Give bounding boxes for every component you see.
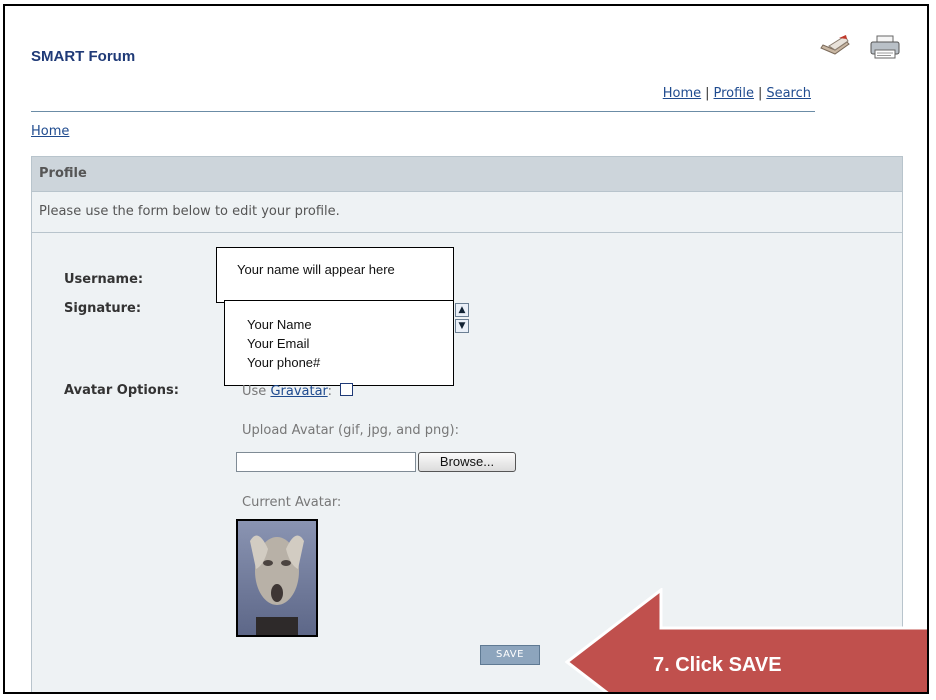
panel-subtitle: Please use the form below to edit your p… — [32, 192, 902, 233]
instruction-text: 7. Click SAVE — [653, 654, 782, 676]
signature-line-email: Your Email — [247, 336, 310, 351]
print-icon[interactable] — [869, 34, 901, 60]
current-avatar-label: Current Avatar: — [242, 495, 342, 510]
nav-profile-link[interactable]: Profile — [714, 86, 754, 101]
signature-label: Signature: — [64, 301, 142, 316]
save-button[interactable]: SAVE — [480, 645, 540, 665]
signature-line-name: Your Name — [247, 317, 312, 332]
gravatar-link[interactable]: Gravatar — [270, 384, 327, 399]
email-icon[interactable] — [819, 32, 851, 60]
avatar-image — [236, 519, 318, 637]
top-navigation: Home | Profile | Search — [663, 86, 811, 101]
upload-avatar-label: Upload Avatar (gif, jpg, and png): — [242, 423, 459, 438]
screenshot-frame: SMART Forum Home | Profile | Search Home Pro… — [3, 4, 929, 694]
nav-separator: | — [757, 86, 763, 101]
signature-scrollbar[interactable]: ▲ ▼ — [455, 303, 469, 335]
nav-separator: | — [705, 86, 710, 101]
chevron-down-icon[interactable]: ▼ — [455, 319, 469, 333]
username-callout: Your name will appear here — [216, 247, 454, 303]
site-title: SMART Forum — [31, 48, 136, 65]
username-label: Username: — [64, 272, 144, 287]
avatar-file-input[interactable] — [236, 452, 416, 472]
instruction-arrow — [565, 588, 927, 692]
header-divider — [31, 111, 815, 112]
panel-title: Profile — [32, 157, 902, 192]
breadcrumb-home-link[interactable]: Home — [31, 124, 69, 139]
signature-callout: Your Name Your Email Your phone# — [224, 300, 454, 386]
nav-search-link[interactable]: Search — [766, 86, 811, 101]
nav-home-link[interactable]: Home — [663, 86, 701, 101]
gravatar-colon: : — [327, 384, 333, 399]
browse-button[interactable]: Browse... — [418, 452, 516, 472]
chevron-up-icon[interactable]: ▲ — [455, 303, 469, 317]
signature-line-phone: Your phone# — [247, 355, 321, 370]
use-prefix: Use — [242, 384, 267, 399]
gravatar-option: Use Gravatar: — [242, 383, 354, 399]
avatar-options-label: Avatar Options: — [64, 383, 179, 398]
gravatar-checkbox[interactable] — [340, 383, 354, 396]
breadcrumb: Home — [31, 124, 69, 139]
